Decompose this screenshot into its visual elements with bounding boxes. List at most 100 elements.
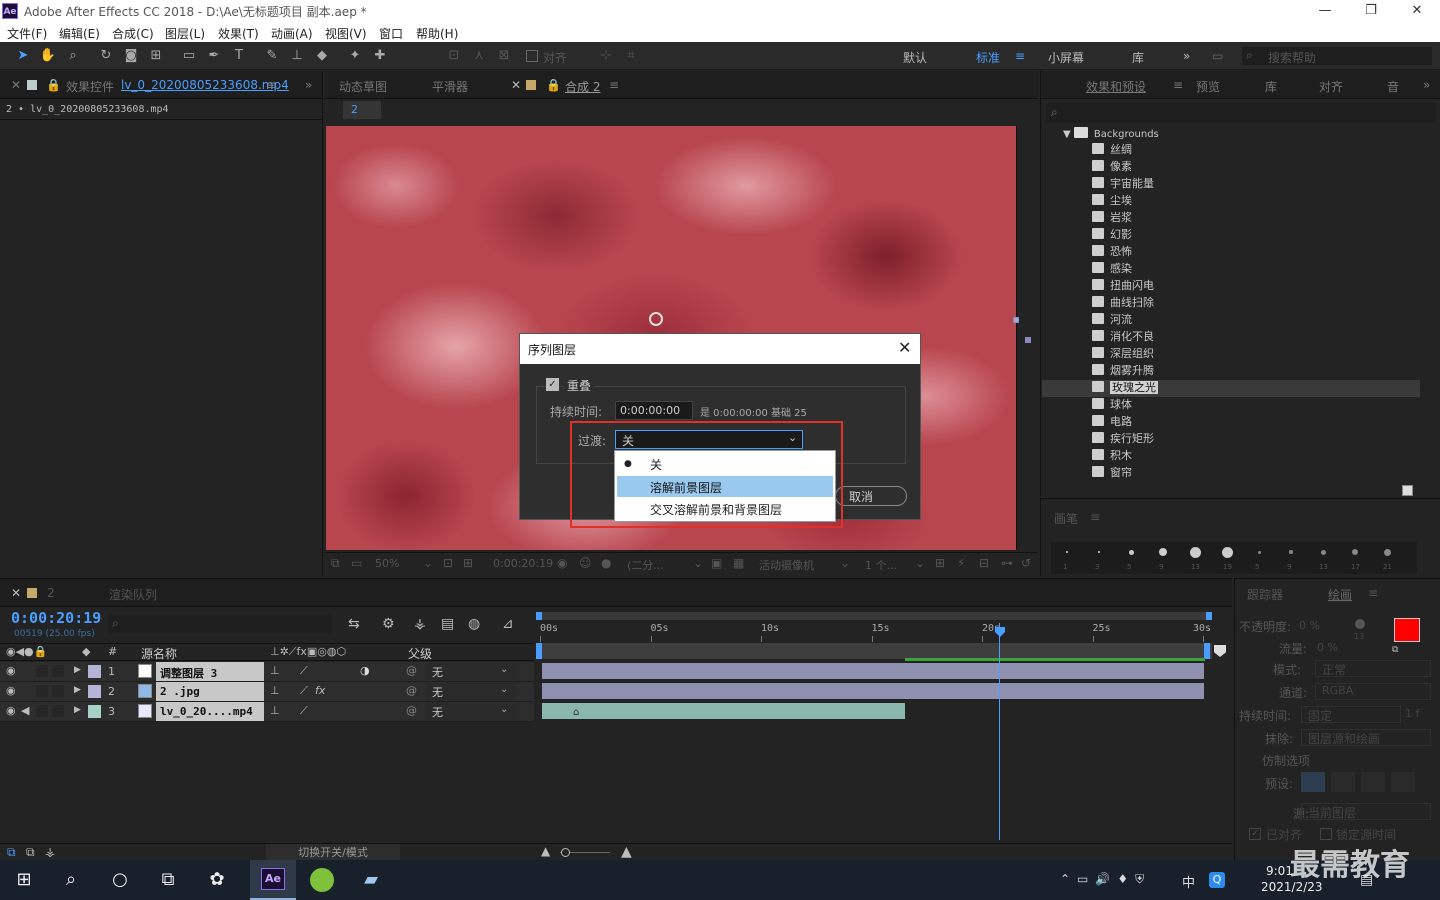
flowchart-icon[interactable]: ⊶ xyxy=(1001,556,1013,570)
track-bar-jpg[interactable] xyxy=(542,683,1204,699)
selection-tool-icon[interactable]: ➤ xyxy=(14,47,32,65)
workspace-standard[interactable]: 标准 xyxy=(976,49,1000,66)
effect-preset-item[interactable]: 深层组织 xyxy=(1092,345,1154,362)
menu-edit[interactable]: 编辑(E) xyxy=(59,25,100,42)
views-chevron-icon[interactable]: ⌄ xyxy=(915,556,925,570)
brush-tip[interactable] xyxy=(1352,549,1358,555)
effect-preset-item[interactable]: 宇宙能量 xyxy=(1092,175,1154,192)
zoom-in-icon[interactable]: ▲ xyxy=(621,844,632,860)
more-workspaces-icon[interactable]: » xyxy=(1183,49,1190,63)
effect-preset-item[interactable]: 曲线扫除 xyxy=(1092,294,1154,311)
workspace-library[interactable]: 库 xyxy=(1132,49,1144,66)
channel-icon[interactable]: ● xyxy=(601,556,611,570)
overlap-checkbox[interactable]: ✓ xyxy=(546,378,559,391)
effect-preset-item[interactable]: 感染 xyxy=(1092,260,1132,277)
effect-preset-item[interactable]: 丝绸 xyxy=(1092,141,1132,158)
brush-tip[interactable] xyxy=(1257,550,1261,554)
brush-tip[interactable] xyxy=(1189,546,1201,558)
resolution-chevron-icon[interactable]: ⌄ xyxy=(693,556,703,570)
quality-switch-icon[interactable]: ⟋ xyxy=(300,704,308,718)
eye-icon[interactable]: ◉ xyxy=(6,704,16,717)
pen-tool-icon[interactable]: ✒ xyxy=(205,47,223,65)
track-bar-adjustment[interactable] xyxy=(542,663,1204,679)
anchor-point-icon[interactable] xyxy=(649,312,663,326)
workspace-menu-icon[interactable]: ≡ xyxy=(1015,49,1025,63)
expand-icon[interactable]: » xyxy=(1423,78,1430,92)
timeline-icon[interactable]: ⊟ xyxy=(979,556,989,570)
layer-switches-icon[interactable]: ⧉ xyxy=(7,845,16,860)
sync-icon[interactable]: ▭ xyxy=(1212,49,1223,63)
work-area-end[interactable] xyxy=(1204,643,1210,659)
label-color-swatch[interactable] xyxy=(88,665,101,678)
folder-backgrounds[interactable]: ▼ Backgrounds xyxy=(1063,127,1159,140)
dialog-close-button[interactable]: ✕ xyxy=(898,338,911,357)
duration-input[interactable]: 0:00:00:00 xyxy=(615,401,693,420)
zoom-slider-thumb[interactable] xyxy=(561,848,570,857)
current-time-indicator-line[interactable] xyxy=(999,623,1000,840)
motion-blur-icon[interactable]: ◍ xyxy=(468,616,480,632)
parent-header[interactable]: 父级 xyxy=(408,645,432,662)
puppet-tool-icon[interactable]: ✚ xyxy=(371,47,389,65)
workspace-default[interactable]: 默认 xyxy=(903,49,927,66)
frame-blending-icon[interactable]: ▤ xyxy=(441,616,454,632)
menu-window[interactable]: 窗口 xyxy=(379,25,403,42)
expand-icon[interactable]: » xyxy=(305,78,312,92)
tab-smoother[interactable]: 平滑器 xyxy=(432,78,468,95)
tab-effects-presets[interactable]: 效果和预设 xyxy=(1086,78,1146,95)
shy-switch-icon[interactable]: ⊥ xyxy=(270,664,280,677)
brush-tip[interactable] xyxy=(1128,549,1134,555)
roto-brush-tool-icon[interactable]: ✦ xyxy=(346,47,364,65)
duration-frames[interactable]: 1 f xyxy=(1405,707,1419,720)
work-area-navigator[interactable] xyxy=(536,612,1212,620)
tab-motion-sketch[interactable]: 动态草图 xyxy=(339,78,387,95)
comp-mini-flowchart-icon[interactable]: ⇆ xyxy=(348,616,360,632)
track-bar-mp4[interactable] xyxy=(542,703,905,719)
graph-editor-icon[interactable]: ⊿ xyxy=(502,616,514,632)
brush-tip[interactable] xyxy=(1066,551,1068,553)
safe-area-icon[interactable]: ⊡ xyxy=(443,556,453,570)
effect-controls-tab[interactable]: 效果控件 xyxy=(66,78,114,95)
timeline-search[interactable]: ⌕ xyxy=(108,615,332,633)
fx-switch-icon[interactable]: fx xyxy=(315,684,325,697)
toggle-pixel-icon[interactable]: ⊞ xyxy=(935,556,945,570)
tab-tracker[interactable]: 跟踪器 xyxy=(1247,586,1283,603)
notes-app-icon[interactable]: ▰ xyxy=(358,868,384,892)
expand-arrow-icon[interactable]: ▶ xyxy=(74,665,81,675)
resolution-dropdown[interactable]: (二分... xyxy=(627,557,664,573)
label-color-swatch[interactable] xyxy=(88,685,101,698)
lock-toggle[interactable] xyxy=(52,665,64,677)
paint-menu-icon[interactable]: ≡ xyxy=(1368,586,1378,600)
shy-layers-icon[interactable]: ⚶ xyxy=(414,616,426,632)
clone-preset-3[interactable] xyxy=(1361,772,1385,792)
tab-align[interactable]: 对齐 xyxy=(1319,78,1343,95)
effect-preset-item[interactable]: 像素 xyxy=(1092,158,1132,175)
effect-preset-item[interactable]: 窗帘 xyxy=(1092,464,1132,481)
in-out-icon[interactable]: ⚶ xyxy=(45,845,55,859)
qq-icon[interactable]: Q xyxy=(1209,872,1225,888)
always-preview-icon[interactable]: ⧉ xyxy=(331,556,340,571)
effect-preset-item[interactable]: 岩浆 xyxy=(1092,209,1132,226)
clone-preset-1[interactable] xyxy=(1301,772,1325,792)
menu-animation[interactable]: 动画(A) xyxy=(271,25,313,42)
effect-preset-item[interactable]: 扭曲闪电 xyxy=(1092,277,1154,294)
clone-preset-4[interactable] xyxy=(1391,772,1415,792)
effect-preset-item[interactable]: 疾行矩形 xyxy=(1092,430,1154,447)
roi-icon[interactable]: ▣ xyxy=(711,556,722,570)
taskbar-ae-button[interactable]: Ae xyxy=(250,860,296,900)
brush-tip[interactable] xyxy=(1159,548,1167,556)
pan-behind-tool-icon[interactable]: ⊞ xyxy=(147,47,165,65)
transfer-controls-icon[interactable]: ⧉ xyxy=(26,845,35,860)
lock-toggle[interactable] xyxy=(52,705,64,717)
cancel-button[interactable]: 取消 xyxy=(835,486,907,506)
eraser-tool-icon[interactable]: ◆ xyxy=(313,47,331,65)
start-icon[interactable]: ⊞ xyxy=(11,868,37,892)
snapshot-icon[interactable]: ◉ xyxy=(557,556,567,570)
eye-icon[interactable]: ◉ xyxy=(6,684,16,697)
comp-menu-icon[interactable]: ≡ xyxy=(609,78,619,92)
mode-dropdown[interactable]: 正常 xyxy=(1315,660,1431,677)
layer-name[interactable]: lv_0_20....mp4 xyxy=(156,702,264,721)
shy-switch-icon[interactable]: ⊥ xyxy=(270,704,280,717)
tab-library[interactable]: 库 xyxy=(1265,78,1277,95)
restore-button[interactable]: ❐ xyxy=(1348,0,1394,22)
folder-expand-icon[interactable]: ▼ xyxy=(1063,129,1071,140)
